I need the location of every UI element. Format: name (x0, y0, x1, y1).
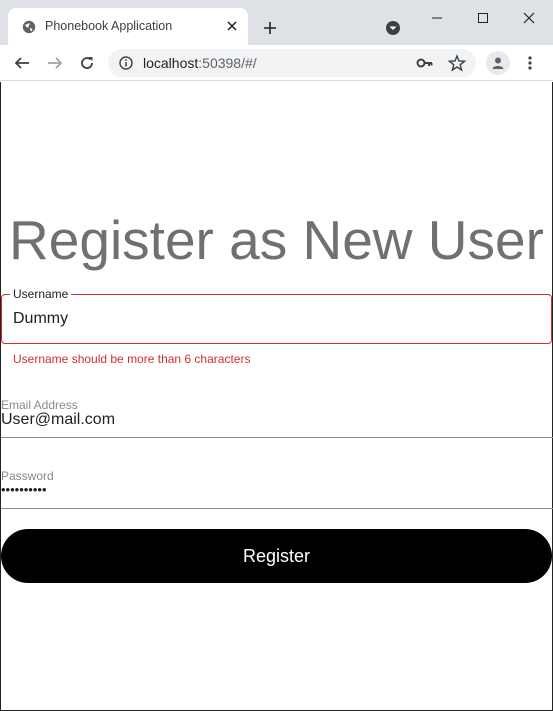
email-input[interactable]: User@mail.com (1, 411, 115, 429)
url-path: :50398/#/ (198, 55, 257, 71)
close-icon[interactable] (519, 8, 539, 28)
dropdown-circle-icon[interactable] (385, 20, 401, 36)
info-icon[interactable] (119, 56, 133, 70)
password-field[interactable]: Password •••••••••• (1, 469, 553, 509)
reload-icon[interactable] (77, 53, 97, 73)
username-label: Username (10, 287, 72, 301)
person-icon[interactable] (486, 51, 510, 75)
browser-tab[interactable]: Phonebook Application (8, 8, 248, 45)
username-field[interactable]: Username Dummy (1, 287, 552, 344)
url-host: localhost (143, 55, 199, 71)
globe-icon (22, 20, 36, 34)
maximize-icon[interactable] (473, 8, 493, 28)
page-title: Register as New User (9, 209, 544, 271)
password-input[interactable]: •••••••••• (1, 482, 47, 497)
username-error: Username should be more than 6 character… (13, 352, 251, 366)
browser-tab-strip: Phonebook Application (0, 0, 553, 45)
page-viewport (0, 82, 553, 711)
email-field[interactable]: Email Address User@mail.com (1, 398, 553, 438)
plus-icon[interactable] (260, 18, 280, 38)
register-button[interactable]: Register (1, 529, 552, 583)
back-arrow-icon[interactable] (12, 53, 32, 73)
username-input[interactable]: Dummy (13, 310, 68, 328)
star-icon[interactable] (447, 54, 467, 72)
minimize-icon[interactable] (427, 8, 447, 28)
tab-title: Phonebook Application (45, 19, 173, 33)
password-label: Password (1, 469, 54, 483)
browser-toolbar: localhost:50398/#/ (0, 45, 553, 81)
url-text: localhost:50398/#/ (143, 55, 257, 71)
email-label: Email Address (1, 398, 78, 412)
key-icon[interactable] (416, 55, 434, 71)
forward-arrow-icon[interactable] (45, 53, 65, 73)
close-icon[interactable] (224, 18, 240, 34)
kebab-menu-icon[interactable] (522, 53, 538, 73)
address-bar[interactable]: localhost:50398/#/ (108, 49, 476, 77)
